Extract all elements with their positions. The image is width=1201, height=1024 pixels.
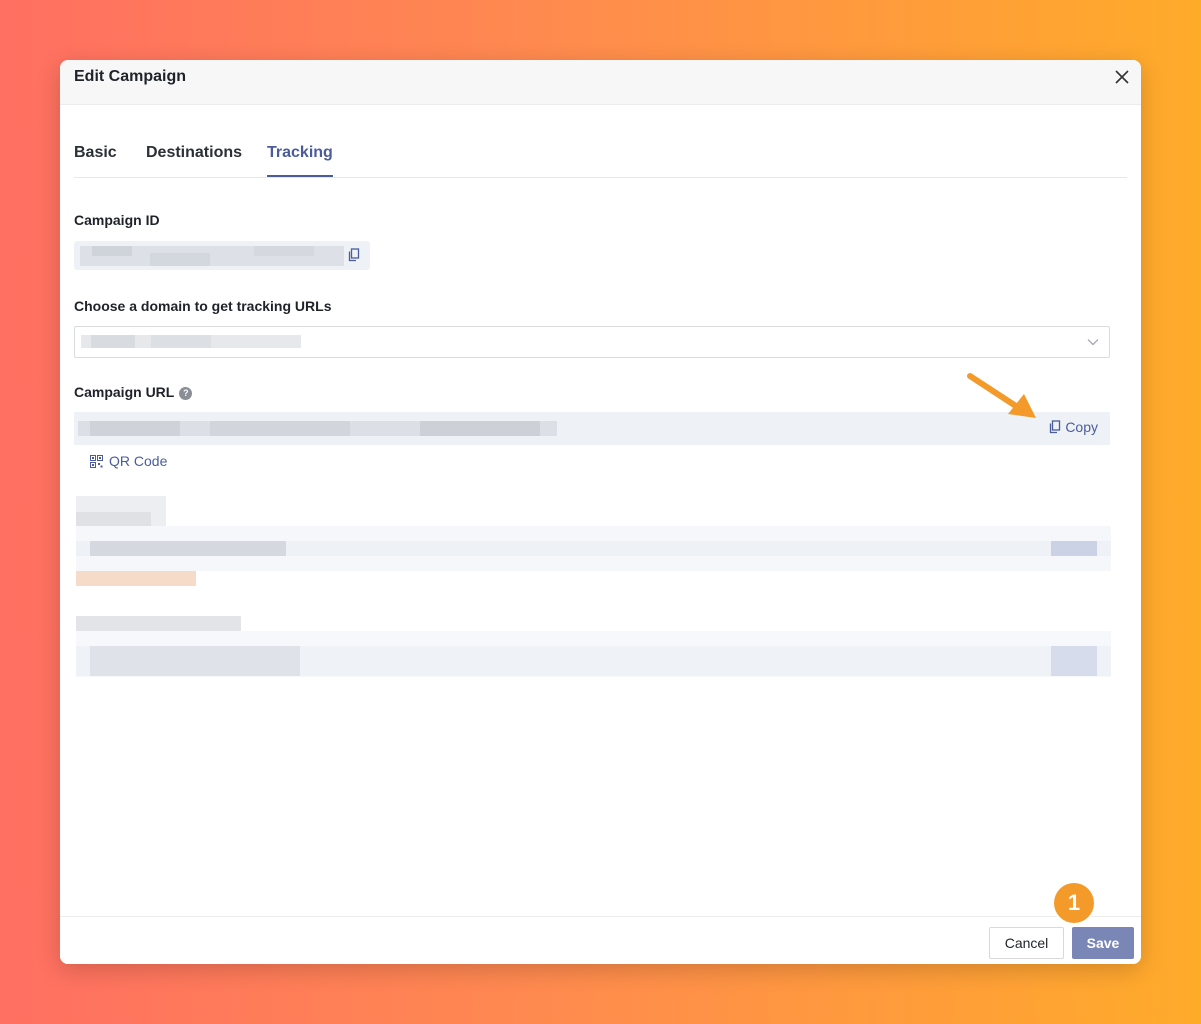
tab-tracking[interactable]: Tracking (267, 144, 333, 177)
copy-url-button[interactable]: Copy (1049, 419, 1098, 435)
domain-label: Choose a domain to get tracking URLs (74, 298, 332, 314)
copy-icon (1050, 420, 1061, 434)
dialog-title: Edit Campaign (74, 68, 187, 85)
chevron-down-icon (1087, 339, 1099, 346)
domain-select[interactable] (74, 326, 1110, 358)
dialog-footer: Cancel Save (60, 916, 1141, 964)
tab-bar: Basic Destinations Tracking (74, 133, 1127, 178)
qr-code-link[interactable]: QR Code (90, 453, 167, 469)
help-icon[interactable]: ? (179, 387, 193, 400)
redacted-value (76, 571, 196, 586)
redacted-value (420, 421, 540, 436)
copy-icon[interactable] (348, 248, 360, 262)
qr-code-icon (90, 454, 103, 468)
redacted-value (150, 253, 210, 266)
redacted-value (90, 541, 286, 556)
redacted-value (1051, 646, 1097, 676)
campaign-url-label-text: Campaign URL (74, 384, 175, 400)
step-badge: 1 (1054, 883, 1094, 923)
redacted-value (90, 421, 180, 436)
campaign-id-label: Campaign ID (74, 212, 160, 228)
redacted-value (210, 421, 350, 436)
campaign-id-field[interactable] (74, 241, 370, 270)
redacted-value (76, 512, 151, 526)
pointer-arrow-icon (967, 373, 1036, 418)
qr-code-label: QR Code (109, 453, 168, 469)
edit-campaign-dialog: Edit Campaign Basic Destinations Trackin… (60, 60, 1141, 964)
redacted-value (151, 335, 211, 348)
cancel-button[interactable]: Cancel (989, 927, 1064, 959)
redacted-value (90, 646, 300, 676)
campaign-url-label: Campaign URL? (74, 384, 193, 400)
close-icon[interactable] (1113, 68, 1131, 86)
tab-basic[interactable]: Basic (74, 144, 117, 175)
save-button[interactable]: Save (1072, 927, 1134, 959)
redacted-value (1051, 541, 1097, 556)
redacted-value (76, 616, 241, 631)
redacted-value (91, 335, 135, 348)
copy-label: Copy (1065, 419, 1098, 435)
dialog-header: Edit Campaign (60, 60, 1141, 105)
redacted-value (254, 246, 314, 256)
tab-destinations[interactable]: Destinations (146, 144, 242, 175)
redacted-value (92, 246, 132, 256)
campaign-url-field[interactable]: Copy (74, 412, 1110, 445)
